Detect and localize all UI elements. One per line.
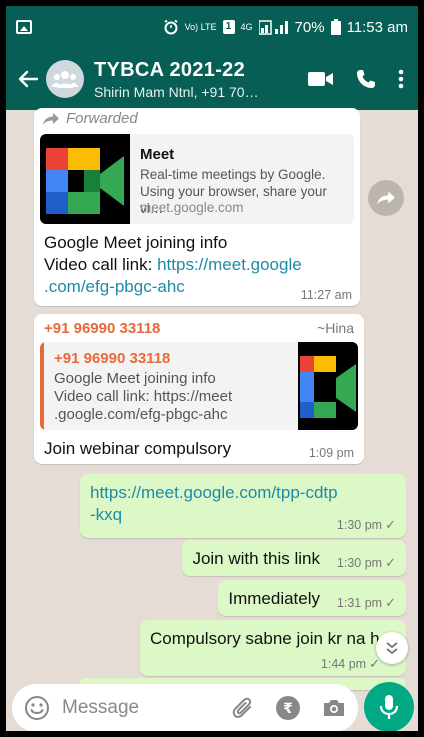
sent-tick-icon: ✓ [385,595,396,610]
message-outgoing[interactable]: Join with this link 1:30 pm ✓ [182,540,406,576]
meet-logo-thumbnail [40,134,130,224]
voice-call-icon[interactable] [356,69,376,89]
sender-name: ~Hina [317,320,354,336]
microphone-icon [379,695,399,719]
message-text: Immediately [228,589,320,608]
message-list[interactable]: Forwarded Meet Real-time meetings by Goo… [6,108,420,690]
sender-number[interactable]: +91 96990 33118 [44,320,160,337]
message-outgoing[interactable]: Immediately 1:31 pm ✓ [218,580,406,616]
message-time: 1:09 pm [308,446,354,460]
volte-indicator: Vo) LTE [184,21,217,32]
message-time: 1:44 pm [320,657,367,671]
attach-icon[interactable] [232,696,254,720]
sent-tick-icon: ✓ [369,656,380,671]
message-time: 1:30 pm [336,518,383,532]
share-button[interactable] [368,180,404,216]
group-icon [52,71,78,88]
message-time: 1:30 pm [336,556,383,570]
message-outgoing-link[interactable]: https://meet.google.com/tpp-cdtp -kxq 1:… [80,474,406,538]
network-type: 4G [240,21,253,32]
scroll-to-bottom-button[interactable] [376,632,408,664]
message-text: Join with this link [192,549,320,568]
preview-url: meet.google.com [140,200,244,215]
more-options-icon[interactable] [398,69,404,89]
message-input[interactable]: Message [62,697,232,719]
clock: 11:53 am [346,18,408,36]
message-text: Compulsory sabne join kr na h [150,629,380,648]
message-time: 1:31 pm [336,596,383,610]
video-call-icon[interactable] [308,70,334,88]
message-forwarded-meet[interactable]: Forwarded Meet Real-time meetings by Goo… [34,108,360,306]
chat-title: TYBCA 2021-22 [94,58,245,81]
camera-icon[interactable] [322,698,346,718]
quoted-thumbnail [298,342,358,430]
battery-percent: 70% [294,18,325,36]
gallery-notification-icon [16,20,32,34]
group-avatar[interactable] [46,60,84,98]
quoted-message[interactable]: +91 96990 33118 Google Meet joining info… [40,342,358,430]
meet-link[interactable]: https://meet.google [157,255,302,274]
signal-icon [258,20,288,35]
double-chevron-down-icon [386,642,398,655]
emoji-icon[interactable] [24,695,50,721]
chat-title-block[interactable]: TYBCA 2021-22 Shirin Mam Ntnl, +91 70… [94,59,308,100]
message-text: Join webinar compulsory [44,439,232,458]
chat-participants: Shirin Mam Ntnl, +91 70… [94,83,259,100]
chat-header: TYBCA 2021-22 Shirin Mam Ntnl, +91 70… [6,48,418,110]
message-outgoing[interactable]: Compulsory sabne join kr na h 1:44 pm ✓ [140,620,406,676]
link-preview-card[interactable]: Meet Real-time meetings by Google. Using… [40,134,354,224]
share-arrow-icon [377,191,395,205]
message-composer[interactable]: Message ₹ [12,684,358,731]
quote-bar [40,342,44,430]
whatsapp-chat-screen: Vo) LTE 1 4G 70% 11:53 am TYBCA 2021-22 … [4,4,420,733]
forwarded-label: Forwarded [42,110,138,127]
status-bar: Vo) LTE 1 4G 70% 11:53 am [6,6,418,48]
back-arrow-icon[interactable] [10,61,46,97]
status-icons: Vo) LTE 1 4G 70% 11:53 am [163,19,408,36]
quoted-sender: +91 96990 33118 [54,350,171,367]
alarm-icon [164,19,178,35]
sent-tick-icon: ✓ [385,555,396,570]
voice-record-button[interactable] [364,682,414,731]
google-meet-logo-icon [40,134,130,224]
sim-icon: 1 [222,20,235,34]
payment-icon[interactable]: ₹ [276,696,300,720]
sent-tick-icon: ✓ [385,517,396,532]
quoted-text: Google Meet joining info Video call link… [54,370,233,423]
header-actions [308,69,404,89]
preview-title: Meet [140,146,175,163]
scrollbar-thumb[interactable] [418,572,420,598]
message-time: 11:27 am [300,288,352,302]
battery-icon [330,19,341,35]
message-reply-hina[interactable]: +91 96990 33118 ~Hina +91 96990 33118 Go… [34,314,364,464]
google-meet-logo-icon [298,342,358,430]
forward-arrow-icon [43,112,59,125]
